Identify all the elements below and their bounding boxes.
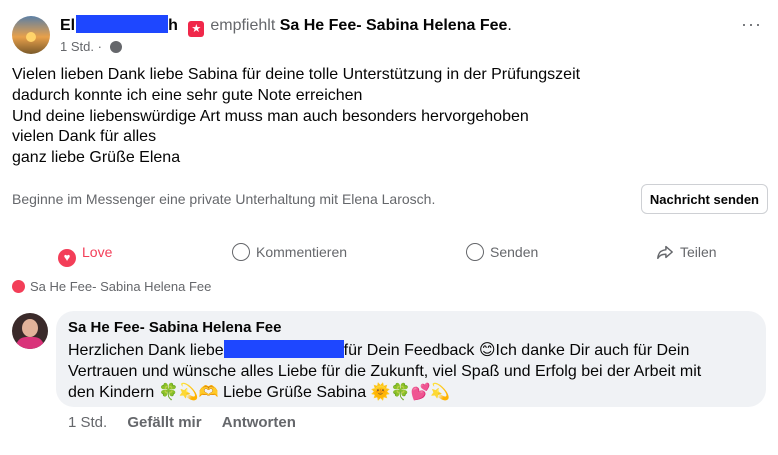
comment-line-3: den Kindern 🍀💫🫶 Liebe Grüße Sabina 🌞🍀💕💫 — [68, 383, 451, 401]
small-heart-icon — [12, 280, 25, 293]
post-body-line: Und deine liebenswürdige Art muss man au… — [12, 107, 529, 125]
share-arrow-icon — [657, 245, 673, 260]
post-body-line: ganz liebe Grüße Elena — [12, 149, 181, 167]
avatar-shirt-shape — [16, 337, 44, 349]
comment-label: Kommentieren — [256, 244, 348, 260]
recommendation-icon: ★ — [188, 21, 205, 37]
comment-bubble-icon — [232, 243, 250, 261]
love-heart-icon: ♥ — [58, 249, 76, 267]
comment-reply-button[interactable]: Antworten — [222, 414, 296, 431]
post-body-line: vielen Dank für alles — [12, 128, 157, 146]
post-timestamp[interactable]: 1 Std. · — [60, 39, 102, 54]
author-name-tail[interactable]: h — [168, 17, 178, 34]
send-button[interactable]: Senden — [466, 240, 538, 264]
post-body-line: dadurch konnte ich eine sehr gute Note e… — [12, 86, 363, 104]
share-label: Teilen — [680, 244, 717, 260]
comment-like-button[interactable]: Gefällt mir — [127, 414, 201, 431]
messenger-row: Beginne im Messenger eine private Unterh… — [12, 184, 768, 216]
messenger-icon — [466, 243, 484, 261]
love-button[interactable]: ♥ Love — [58, 240, 113, 267]
more-options-icon[interactable]: ··· — [741, 14, 762, 35]
page-name-suffix: . — [507, 17, 512, 34]
globe-icon — [109, 41, 122, 53]
redaction-bar — [223, 340, 344, 358]
comment-button[interactable]: Kommentieren — [232, 240, 347, 264]
avatar-face-shape — [22, 319, 38, 337]
share-button[interactable]: Teilen — [656, 240, 717, 264]
post-body: Vielen lieben Dank liebe Sabina für dein… — [12, 65, 752, 169]
send-label: Senden — [490, 244, 539, 260]
messenger-prompt: Beginne im Messenger eine private Unterh… — [12, 191, 436, 207]
comment-line-1-start: Herzlichen Dank liebe — [68, 342, 224, 359]
author-avatar[interactable] — [12, 16, 50, 54]
comment-author[interactable]: Sa He Fee- Sabina Helena Fee — [68, 319, 281, 336]
comment-timestamp[interactable]: 1 Std. — [68, 414, 107, 431]
action-bar: ♥ Love Kommentieren Senden Teilen — [0, 236, 778, 268]
redaction-bar — [76, 15, 169, 33]
reaction-by[interactable]: Sa He Fee- Sabina Helena Fee — [30, 279, 211, 294]
comment-bubble: Sa He Fee- Sabina Helena Fee Herzlichen … — [56, 311, 766, 407]
comment-line-1: Herzlichen Dank liebe für Dein Feedback 😊… — [68, 340, 758, 362]
author-line: El h ★ empfiehlt Sa He Fee- Sabina Helena … — [60, 15, 512, 37]
author-name[interactable]: El — [60, 17, 75, 34]
reaction-line: Sa He Fee- Sabina Helena Fee — [12, 279, 211, 294]
comment-avatar[interactable] — [12, 313, 48, 349]
page-name-link[interactable]: Sa He Fee- Sabina Helena Fee — [280, 17, 508, 34]
comment-footer: 1 Std. Gefällt mir Antworten — [68, 414, 312, 431]
recommends-label: empfiehlt — [210, 17, 276, 34]
post-meta: 1 Std. · — [60, 39, 122, 54]
love-label: Love — [82, 244, 113, 260]
avatar-sun-shape — [26, 32, 36, 42]
comment-line-1-end: für Dein Feedback 😊Ich danke Dir auch fü… — [343, 342, 690, 359]
comment-line-2: Vertrauen und wünsche alles Liebe für di… — [68, 362, 702, 380]
send-message-button[interactable]: Nachricht senden — [640, 184, 768, 214]
comment-text: Herzlichen Dank liebe für Dein Feedback 😊… — [68, 340, 758, 403]
post-header: El h ★ empfiehlt Sa He Fee- Sabina Helena … — [12, 10, 768, 58]
post-body-line: Vielen lieben Dank liebe Sabina für dein… — [12, 66, 581, 83]
